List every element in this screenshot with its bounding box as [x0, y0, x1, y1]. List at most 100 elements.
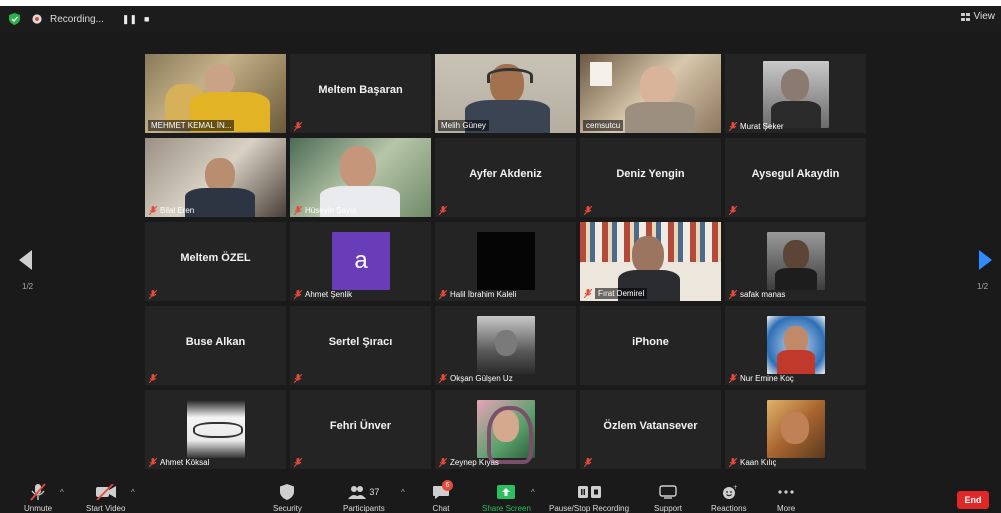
- video-off-icon: [95, 482, 117, 502]
- audio-options-caret-icon[interactable]: ^: [60, 488, 64, 497]
- participant-name-label: safak manas: [728, 290, 785, 299]
- participant-name: safak manas: [740, 290, 786, 299]
- recording-indicator[interactable]: Recording...: [30, 14, 104, 25]
- profile-photo: [763, 61, 829, 128]
- video-options-caret-icon[interactable]: ^: [131, 488, 135, 497]
- end-meeting-button[interactable]: End: [957, 491, 989, 509]
- participant-name-label: [148, 290, 157, 299]
- participant-tile[interactable]: Sertel Şıracı: [290, 306, 431, 385]
- share-options-caret-icon[interactable]: ^: [531, 488, 535, 497]
- participant-tile[interactable]: Meltem ÖZEL: [145, 222, 286, 301]
- participant-name-label: [583, 458, 592, 467]
- muted-mic-icon: [148, 290, 157, 299]
- participants-button[interactable]: 37 Participants: [343, 482, 385, 513]
- start-video-button[interactable]: Start Video: [86, 482, 125, 513]
- meeting-toolbar: Unmute ^ Start Video ^ Security 37 Parti…: [0, 478, 1001, 513]
- recording-status-group: Recording... ❚❚ ■: [8, 10, 149, 28]
- reactions-smiley-icon: +: [721, 482, 737, 502]
- pause-recording-icon[interactable]: ❚❚: [122, 14, 137, 25]
- muted-mic-icon: [148, 374, 157, 383]
- participant-name-label: Okşan Gülşen Uz: [438, 374, 513, 383]
- participant-name: Kaan Kılıç: [740, 458, 777, 467]
- gallery-grid: MEHMET KEMAL İN... Meltem Başaran Melih …: [145, 54, 866, 469]
- share-screen-label: Share Screen: [482, 504, 531, 513]
- pause-stop-recording-button[interactable]: Pause/Stop Recording: [549, 482, 629, 513]
- participants-options-caret-icon[interactable]: ^: [401, 488, 405, 497]
- participant-tile[interactable]: iPhone: [580, 306, 721, 385]
- shield-icon[interactable]: [8, 13, 20, 25]
- muted-microphone-icon: [30, 482, 46, 502]
- muted-mic-icon: [583, 206, 592, 215]
- participant-name-label: Zeynep Kıyas: [438, 458, 499, 467]
- profile-photo: [477, 400, 535, 464]
- participant-name: Fırat Demirel: [595, 288, 648, 299]
- participant-tile[interactable]: Buse Alkan: [145, 306, 286, 385]
- participant-name-label: [293, 458, 302, 467]
- letter-avatar: a: [332, 232, 390, 290]
- reactions-button[interactable]: + Reactions: [711, 482, 747, 513]
- participant-tile[interactable]: Nur Emine Koç: [725, 306, 866, 385]
- participant-tile[interactable]: Halil İbrahim Kaleli: [435, 222, 576, 301]
- participant-tile[interactable]: Hüseyin Şayın: [290, 138, 431, 217]
- more-button[interactable]: More: [777, 482, 795, 513]
- participant-tile[interactable]: Özlem Vatansever: [580, 390, 721, 469]
- participant-tile[interactable]: Zeynep Kıyas: [435, 390, 576, 469]
- support-label: Support: [654, 504, 683, 513]
- unmute-button[interactable]: Unmute: [24, 482, 52, 513]
- participant-tile[interactable]: MEHMET KEMAL İN...: [145, 54, 286, 133]
- participant-tile[interactable]: cemsutcu: [580, 54, 721, 133]
- participant-name: MEHMET KEMAL İN...: [148, 120, 235, 131]
- support-icon: [659, 482, 677, 502]
- participant-tile[interactable]: Murat Şeker: [725, 54, 866, 133]
- participant-tile[interactable]: Deniz Yengin: [580, 138, 721, 217]
- support-button[interactable]: Support: [654, 482, 682, 513]
- participant-name-label: Hüseyin Şayın: [293, 206, 357, 215]
- chat-button[interactable]: 6 Chat: [432, 480, 453, 513]
- stop-recording-icon[interactable]: ■: [144, 14, 149, 24]
- participant-tile[interactable]: Bilal Eren: [145, 138, 286, 217]
- muted-mic-icon: [728, 122, 737, 131]
- participant-tile[interactable]: Fehri Ünver: [290, 390, 431, 469]
- participant-tile[interactable]: a Ahmet Şenlik: [290, 222, 431, 301]
- participant-name-label: Nur Emine Koç: [728, 374, 794, 383]
- participant-name-label: Kaan Kılıç: [728, 458, 776, 467]
- participant-display-name: Deniz Yengin: [616, 168, 685, 180]
- view-button[interactable]: View: [960, 11, 995, 22]
- participant-tile[interactable]: Kaan Kılıç: [725, 390, 866, 469]
- participant-tile[interactable]: Aysegul Akaydin: [725, 138, 866, 217]
- participant-display-name: Fehri Ünver: [329, 420, 392, 432]
- unmute-label: Unmute: [24, 504, 53, 513]
- participant-tile[interactable]: Melih Güney: [435, 54, 576, 133]
- muted-mic-icon: [583, 458, 592, 467]
- security-shield-icon: [280, 482, 295, 502]
- previous-page-arrow-icon[interactable]: [19, 250, 33, 270]
- muted-mic-icon: [728, 290, 737, 299]
- muted-mic-icon: [293, 374, 302, 383]
- start-video-label: Start Video: [86, 504, 126, 513]
- page-indicator-left: 1/2: [22, 282, 34, 291]
- meeting-top-bar: Recording... ❚❚ ■ View: [0, 6, 1001, 32]
- profile-photo: [187, 400, 245, 458]
- grid-view-icon: [960, 12, 970, 21]
- participant-name-label: [148, 374, 157, 383]
- share-screen-button[interactable]: Share Screen: [482, 482, 531, 513]
- security-button[interactable]: Security: [273, 482, 302, 513]
- profile-photo: [477, 232, 535, 290]
- participant-tile[interactable]: Okşan Gülşen Uz: [435, 306, 576, 385]
- participant-tile[interactable]: Ayfer Akdeniz: [435, 138, 576, 217]
- participant-tile[interactable]: Fırat Demirel: [580, 222, 721, 301]
- participant-name-label: MEHMET KEMAL İN...: [148, 120, 235, 131]
- next-page-arrow-icon[interactable]: [978, 250, 992, 270]
- svg-text:+: +: [733, 484, 737, 491]
- participant-tile[interactable]: Ahmet Köksal: [145, 390, 286, 469]
- muted-mic-icon: [728, 206, 737, 215]
- participant-name-label: cemsutcu: [583, 120, 624, 131]
- participant-tile[interactable]: safak manas: [725, 222, 866, 301]
- participant-tile[interactable]: Meltem Başaran: [290, 54, 431, 133]
- participant-display-name: iPhone: [632, 336, 669, 348]
- muted-mic-icon: [438, 458, 447, 467]
- muted-mic-icon: [438, 206, 447, 215]
- participant-name-label: Ahmet Şenlik: [293, 290, 352, 299]
- profile-photo: [767, 232, 825, 290]
- participant-name: Melih Güney: [438, 120, 489, 131]
